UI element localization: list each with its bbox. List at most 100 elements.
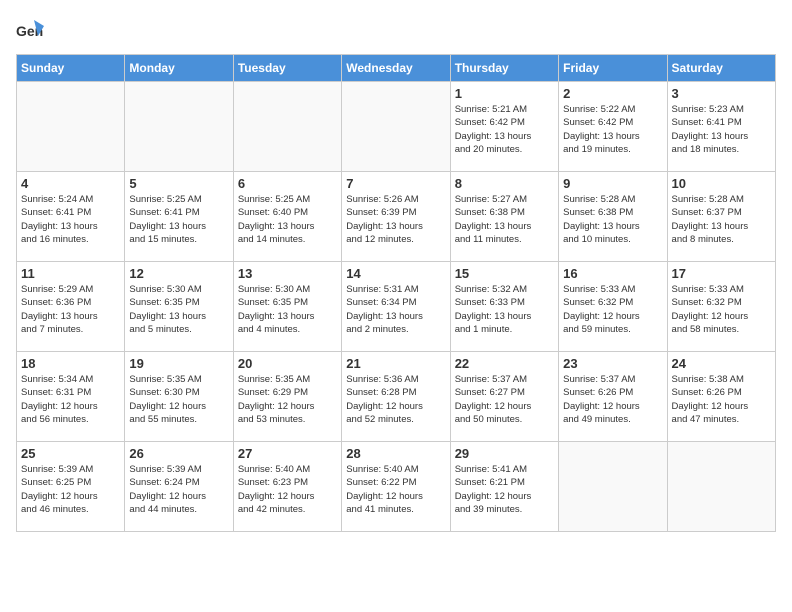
day-number: 5	[129, 176, 228, 191]
day-info: Sunrise: 5:28 AM Sunset: 6:37 PM Dayligh…	[672, 193, 771, 246]
day-info: Sunrise: 5:39 AM Sunset: 6:25 PM Dayligh…	[21, 463, 120, 516]
calendar-cell	[17, 82, 125, 172]
calendar-cell: 20 Sunrise: 5:35 AM Sunset: 6:29 PM Dayli…	[233, 352, 341, 442]
calendar-cell: 13 Sunrise: 5:30 AM Sunset: 6:35 PM Dayli…	[233, 262, 341, 352]
calendar-cell: 18Sunrise: 5:34 AM Sunset: 6:31 PM Dayli…	[17, 352, 125, 442]
calendar-cell: 10 Sunrise: 5:28 AM Sunset: 6:37 PM Dayli…	[667, 172, 775, 262]
day-number: 9	[563, 176, 662, 191]
calendar-cell: 23 Sunrise: 5:37 AM Sunset: 6:26 PM Dayli…	[559, 352, 667, 442]
day-number: 27	[238, 446, 337, 461]
calendar-cell: 24 Sunrise: 5:38 AM Sunset: 6:26 PM Dayli…	[667, 352, 775, 442]
day-number: 10	[672, 176, 771, 191]
day-number: 14	[346, 266, 445, 281]
calendar-cell: 3Sunrise: 5:23 AM Sunset: 6:41 PM Daylig…	[667, 82, 775, 172]
day-number: 7	[346, 176, 445, 191]
calendar-cell: 15 Sunrise: 5:32 AM Sunset: 6:33 PM Dayli…	[450, 262, 558, 352]
calendar-table: SundayMondayTuesdayWednesdayThursdayFrid…	[16, 54, 776, 532]
day-number: 13	[238, 266, 337, 281]
calendar-cell: 19 Sunrise: 5:35 AM Sunset: 6:30 PM Dayli…	[125, 352, 233, 442]
day-number: 23	[563, 356, 662, 371]
day-number: 20	[238, 356, 337, 371]
day-number: 11	[21, 266, 120, 281]
calendar-cell: 12Sunrise: 5:30 AM Sunset: 6:35 PM Dayli…	[125, 262, 233, 352]
day-info: Sunrise: 5:40 AM Sunset: 6:22 PM Dayligh…	[346, 463, 445, 516]
calendar-cell: 9 Sunrise: 5:28 AM Sunset: 6:38 PM Daylig…	[559, 172, 667, 262]
day-number: 6	[238, 176, 337, 191]
calendar-week-row: 25 Sunrise: 5:39 AM Sunset: 6:25 PM Dayli…	[17, 442, 776, 532]
calendar-week-row: 4 Sunrise: 5:24 AM Sunset: 6:41 PM Daylig…	[17, 172, 776, 262]
day-number: 16	[563, 266, 662, 281]
weekday-header: Sunday	[17, 55, 125, 82]
day-info: Sunrise: 5:33 AM Sunset: 6:32 PM Dayligh…	[672, 283, 771, 336]
logo: Gen	[16, 16, 48, 44]
day-number: 26	[129, 446, 228, 461]
calendar-cell: 1 Sunrise: 5:21 AM Sunset: 6:42 PM Daylig…	[450, 82, 558, 172]
calendar-cell: 5Sunrise: 5:25 AM Sunset: 6:41 PM Daylig…	[125, 172, 233, 262]
calendar-cell: 17Sunrise: 5:33 AM Sunset: 6:32 PM Dayli…	[667, 262, 775, 352]
day-number: 18	[21, 356, 120, 371]
day-number: 25	[21, 446, 120, 461]
header: Gen	[16, 16, 776, 44]
calendar-cell: 29 Sunrise: 5:41 AM Sunset: 6:21 PM Dayli…	[450, 442, 558, 532]
day-number: 1	[455, 86, 554, 101]
day-number: 19	[129, 356, 228, 371]
calendar-cell: 26 Sunrise: 5:39 AM Sunset: 6:24 PM Dayli…	[125, 442, 233, 532]
calendar-cell	[233, 82, 341, 172]
day-info: Sunrise: 5:25 AM Sunset: 6:40 PM Dayligh…	[238, 193, 337, 246]
day-info: Sunrise: 5:37 AM Sunset: 6:27 PM Dayligh…	[455, 373, 554, 426]
day-info: Sunrise: 5:39 AM Sunset: 6:24 PM Dayligh…	[129, 463, 228, 516]
day-info: Sunrise: 5:33 AM Sunset: 6:32 PM Dayligh…	[563, 283, 662, 336]
calendar-cell: 27 Sunrise: 5:40 AM Sunset: 6:23 PM Dayli…	[233, 442, 341, 532]
day-info: Sunrise: 5:30 AM Sunset: 6:35 PM Dayligh…	[129, 283, 228, 336]
day-number: 24	[672, 356, 771, 371]
day-number: 28	[346, 446, 445, 461]
day-number: 29	[455, 446, 554, 461]
day-info: Sunrise: 5:27 AM Sunset: 6:38 PM Dayligh…	[455, 193, 554, 246]
weekday-header: Thursday	[450, 55, 558, 82]
weekday-header: Saturday	[667, 55, 775, 82]
calendar-cell: 25 Sunrise: 5:39 AM Sunset: 6:25 PM Dayli…	[17, 442, 125, 532]
day-number: 21	[346, 356, 445, 371]
calendar-cell: 8 Sunrise: 5:27 AM Sunset: 6:38 PM Daylig…	[450, 172, 558, 262]
weekday-header: Tuesday	[233, 55, 341, 82]
weekday-header: Monday	[125, 55, 233, 82]
calendar-week-row: 11 Sunrise: 5:29 AM Sunset: 6:36 PM Dayli…	[17, 262, 776, 352]
day-info: Sunrise: 5:32 AM Sunset: 6:33 PM Dayligh…	[455, 283, 554, 336]
day-info: Sunrise: 5:36 AM Sunset: 6:28 PM Dayligh…	[346, 373, 445, 426]
day-info: Sunrise: 5:23 AM Sunset: 6:41 PM Dayligh…	[672, 103, 771, 156]
calendar-week-row: 18Sunrise: 5:34 AM Sunset: 6:31 PM Dayli…	[17, 352, 776, 442]
calendar-cell	[667, 442, 775, 532]
day-info: Sunrise: 5:21 AM Sunset: 6:42 PM Dayligh…	[455, 103, 554, 156]
calendar-header-row: SundayMondayTuesdayWednesdayThursdayFrid…	[17, 55, 776, 82]
day-info: Sunrise: 5:35 AM Sunset: 6:30 PM Dayligh…	[129, 373, 228, 426]
day-info: Sunrise: 5:22 AM Sunset: 6:42 PM Dayligh…	[563, 103, 662, 156]
day-info: Sunrise: 5:26 AM Sunset: 6:39 PM Dayligh…	[346, 193, 445, 246]
day-number: 4	[21, 176, 120, 191]
calendar-cell	[125, 82, 233, 172]
day-info: Sunrise: 5:28 AM Sunset: 6:38 PM Dayligh…	[563, 193, 662, 246]
calendar-body: 1 Sunrise: 5:21 AM Sunset: 6:42 PM Daylig…	[17, 82, 776, 532]
day-number: 15	[455, 266, 554, 281]
calendar-cell: 11 Sunrise: 5:29 AM Sunset: 6:36 PM Dayli…	[17, 262, 125, 352]
day-info: Sunrise: 5:40 AM Sunset: 6:23 PM Dayligh…	[238, 463, 337, 516]
day-info: Sunrise: 5:30 AM Sunset: 6:35 PM Dayligh…	[238, 283, 337, 336]
day-info: Sunrise: 5:31 AM Sunset: 6:34 PM Dayligh…	[346, 283, 445, 336]
calendar-cell: 16 Sunrise: 5:33 AM Sunset: 6:32 PM Dayli…	[559, 262, 667, 352]
calendar-cell: 2Sunrise: 5:22 AM Sunset: 6:42 PM Daylig…	[559, 82, 667, 172]
weekday-header: Friday	[559, 55, 667, 82]
day-info: Sunrise: 5:38 AM Sunset: 6:26 PM Dayligh…	[672, 373, 771, 426]
day-info: Sunrise: 5:29 AM Sunset: 6:36 PM Dayligh…	[21, 283, 120, 336]
day-number: 22	[455, 356, 554, 371]
logo-icon: Gen	[16, 16, 44, 44]
day-number: 8	[455, 176, 554, 191]
calendar-cell	[559, 442, 667, 532]
calendar-cell: 7 Sunrise: 5:26 AM Sunset: 6:39 PM Daylig…	[342, 172, 450, 262]
day-info: Sunrise: 5:37 AM Sunset: 6:26 PM Dayligh…	[563, 373, 662, 426]
day-info: Sunrise: 5:35 AM Sunset: 6:29 PM Dayligh…	[238, 373, 337, 426]
calendar-cell: 28 Sunrise: 5:40 AM Sunset: 6:22 PM Dayli…	[342, 442, 450, 532]
day-info: Sunrise: 5:41 AM Sunset: 6:21 PM Dayligh…	[455, 463, 554, 516]
day-info: Sunrise: 5:24 AM Sunset: 6:41 PM Dayligh…	[21, 193, 120, 246]
calendar-cell: 21 Sunrise: 5:36 AM Sunset: 6:28 PM Dayli…	[342, 352, 450, 442]
calendar-cell: 4 Sunrise: 5:24 AM Sunset: 6:41 PM Daylig…	[17, 172, 125, 262]
calendar-cell: 14 Sunrise: 5:31 AM Sunset: 6:34 PM Dayli…	[342, 262, 450, 352]
